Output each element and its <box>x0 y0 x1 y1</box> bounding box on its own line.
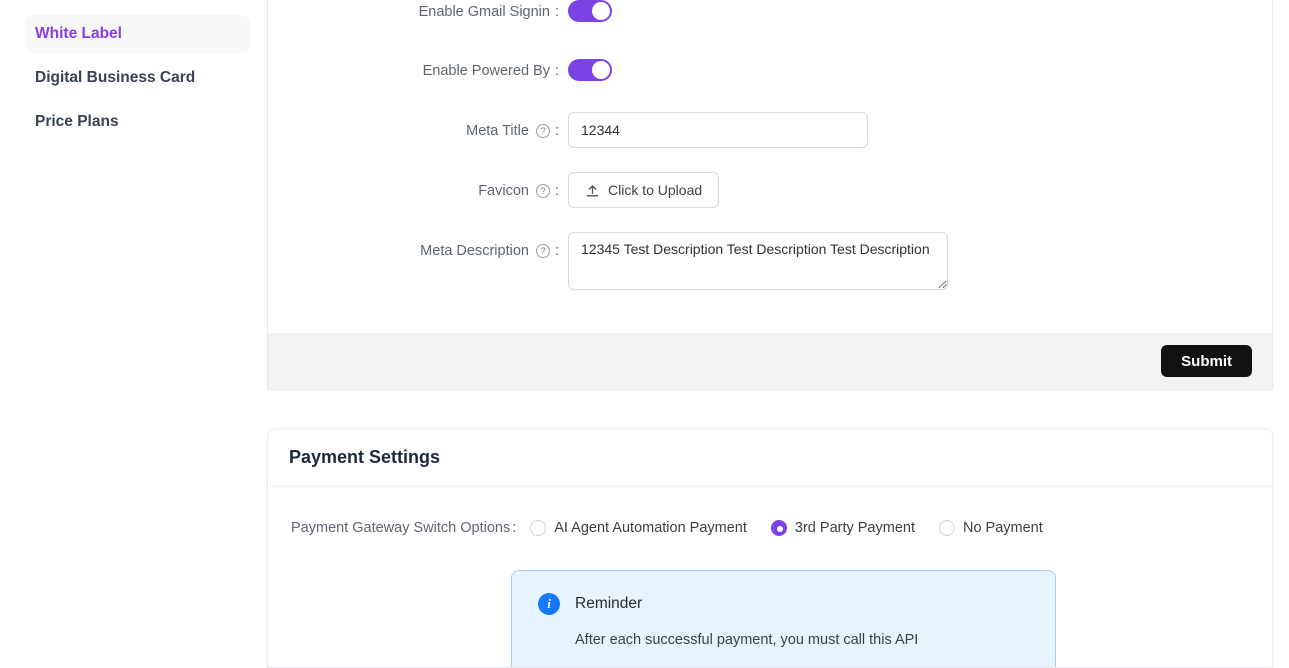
radio-icon <box>530 520 546 536</box>
label-text: Meta Description <box>420 243 529 259</box>
settings-sidebar: White Label Digital Business Card Price … <box>25 15 250 147</box>
sidebar-item-label: Price Plans <box>35 113 119 131</box>
submit-button[interactable]: Submit <box>1161 345 1252 377</box>
white-label-card: Enable Gmail Signin: Enable Powered By: … <box>267 0 1273 390</box>
payment-settings-title: Payment Settings <box>289 447 440 468</box>
payment-gateway-row: Payment Gateway Switch Options: AI Agent… <box>291 515 1067 541</box>
colon: : <box>555 243 559 259</box>
gmail-signin-toggle[interactable] <box>568 0 612 22</box>
radio-label: No Payment <box>963 520 1043 536</box>
label-text: Meta Title <box>466 123 529 139</box>
powered-by-label: Enable Powered By: <box>268 63 559 79</box>
colon: : <box>555 63 559 79</box>
meta-description-textarea[interactable]: 12345 Test Description Test Description … <box>568 232 948 290</box>
toggle-knob <box>592 2 610 20</box>
radio-3rd-party-payment[interactable]: 3rd Party Payment <box>771 520 915 536</box>
sidebar-item-price-plans[interactable]: Price Plans <box>25 103 250 141</box>
favicon-upload-button[interactable]: Click to Upload <box>568 172 719 208</box>
gmail-signin-label: Enable Gmail Signin: <box>268 4 559 20</box>
upload-icon <box>585 183 600 198</box>
sidebar-item-label: White Label <box>35 25 122 43</box>
toggle-knob <box>592 61 610 79</box>
info-icon: i <box>538 593 560 615</box>
favicon-label: Favicon ?: <box>268 183 559 199</box>
payment-settings-card: Payment Settings Payment Gateway Switch … <box>267 428 1273 668</box>
payment-settings-header: Payment Settings <box>268 429 1272 487</box>
reminder-title: Reminder <box>575 595 642 613</box>
label-text: Enable Gmail Signin <box>419 4 550 20</box>
reminder-body: After each successful payment, you must … <box>575 632 1031 648</box>
radio-icon <box>939 520 955 536</box>
upload-button-label: Click to Upload <box>608 182 702 198</box>
label-text: Favicon <box>478 183 529 199</box>
radio-ai-agent-automation-payment[interactable]: AI Agent Automation Payment <box>530 520 747 536</box>
reminder-header: i Reminder <box>538 593 1031 615</box>
help-icon[interactable]: ? <box>536 124 550 138</box>
form-footer: Submit <box>268 333 1272 389</box>
colon: : <box>555 183 559 199</box>
radio-label: 3rd Party Payment <box>795 520 915 536</box>
meta-title-label: Meta Title ?: <box>268 123 559 139</box>
meta-description-label: Meta Description ?: <box>268 243 559 259</box>
sidebar-item-white-label[interactable]: White Label <box>25 15 250 53</box>
colon: : <box>555 123 559 139</box>
radio-no-payment[interactable]: No Payment <box>939 520 1043 536</box>
colon: : <box>512 520 516 536</box>
label-text: Enable Powered By <box>423 63 550 79</box>
radio-label: AI Agent Automation Payment <box>554 520 747 536</box>
sidebar-item-digital-business-card[interactable]: Digital Business Card <box>25 59 250 97</box>
label-text: Payment Gateway Switch Options <box>291 520 510 536</box>
payment-gateway-label: Payment Gateway Switch Options: <box>291 520 516 536</box>
radio-icon <box>771 520 787 536</box>
powered-by-toggle[interactable] <box>568 59 612 81</box>
white-label-form: Enable Gmail Signin: Enable Powered By: … <box>268 0 1272 333</box>
meta-title-input[interactable] <box>568 112 868 148</box>
sidebar-item-label: Digital Business Card <box>35 69 195 87</box>
reminder-alert: i Reminder After each successful payment… <box>511 570 1056 668</box>
help-icon[interactable]: ? <box>536 184 550 198</box>
colon: : <box>555 4 559 20</box>
help-icon[interactable]: ? <box>536 244 550 258</box>
